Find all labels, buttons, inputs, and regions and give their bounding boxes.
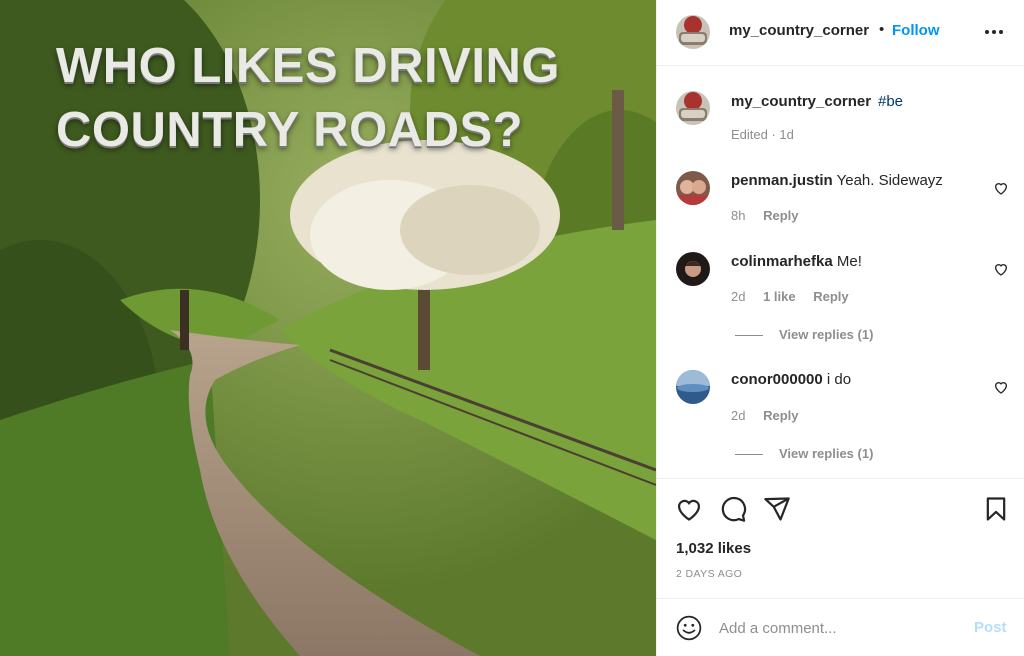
overlay-line-1: WHO LIKES DRIVING <box>56 39 560 93</box>
comment-time: 8h <box>731 208 746 223</box>
header-separator: • <box>879 21 885 38</box>
comment-time: 2d <box>731 289 746 304</box>
reply-button[interactable]: Reply <box>813 289 848 304</box>
comment-username[interactable]: conor000000 <box>731 371 823 388</box>
post-image[interactable]: WHO LIKES DRIVING COUNTRY ROADS? <box>0 0 656 656</box>
comment-text-line: penman.justin Yeah. Sidewayz <box>731 172 943 189</box>
comment-heart-icon[interactable] <box>993 261 1009 277</box>
comment-text: Yeah. Sidewayz <box>836 172 943 189</box>
add-comment-input[interactable] <box>719 615 959 641</box>
comment-text: Me! <box>836 253 862 270</box>
view-replies-button[interactable]: View replies (1) <box>735 446 873 461</box>
comment-meta: 2d 1 like Reply <box>731 289 863 304</box>
bookmark-icon[interactable] <box>982 495 1010 523</box>
comment-meta: 2d Reply <box>731 408 813 423</box>
add-comment-bar: Post <box>657 598 1024 656</box>
commenter-avatar[interactable] <box>676 252 710 286</box>
post-comment-button[interactable]: Post <box>974 619 1007 636</box>
emoji-icon[interactable] <box>676 615 702 641</box>
view-replies-label: View replies (1) <box>779 446 874 461</box>
reply-button[interactable]: Reply <box>763 408 798 423</box>
post-actions: 1,032 likes 2 DAYS AGO <box>657 478 1024 598</box>
post-header: my_country_corner • Follow <box>657 0 1024 66</box>
caption-edited-time: Edited · 1d <box>731 127 794 142</box>
follow-button[interactable]: Follow <box>892 22 940 39</box>
comment-meta: 8h Reply <box>731 208 813 223</box>
likes-count[interactable]: 1,032 likes <box>676 540 751 557</box>
comment-icon[interactable] <box>719 495 747 523</box>
comment-text-line: conor000000 i do <box>731 371 851 388</box>
author-username[interactable]: my_country_corner <box>729 22 869 39</box>
author-avatar[interactable] <box>676 15 710 49</box>
comment-time: 2d <box>731 408 746 423</box>
comment-like-count[interactable]: 1 like <box>763 289 796 304</box>
caption-username[interactable]: my_country_corner <box>731 93 871 110</box>
comment-heart-icon[interactable] <box>993 180 1009 196</box>
heart-icon[interactable] <box>675 495 703 523</box>
comment-text: i do <box>826 371 852 388</box>
caption-hashtag[interactable]: #be <box>878 93 903 110</box>
comment-heart-icon[interactable] <box>993 379 1009 395</box>
comment-username[interactable]: colinmarhefka <box>731 253 833 270</box>
post-overlay-text: WHO LIKES DRIVING COUNTRY ROADS? <box>56 34 616 162</box>
caption-avatar[interactable] <box>676 91 710 125</box>
replies-divider <box>735 335 763 337</box>
comment-username[interactable]: penman.justin <box>731 172 833 189</box>
view-replies-button[interactable]: View replies (1) <box>735 327 873 342</box>
view-replies-label: View replies (1) <box>779 327 874 342</box>
share-icon[interactable] <box>763 495 791 523</box>
overlay-line-2: COUNTRY ROADS? <box>56 103 524 157</box>
post-side-panel: my_country_corner • Follow my_country_co… <box>656 0 1024 656</box>
reply-button[interactable]: Reply <box>763 208 798 223</box>
replies-divider <box>735 454 763 456</box>
post-date: 2 DAYS AGO <box>676 568 743 580</box>
commenter-avatar[interactable] <box>676 370 710 404</box>
commenter-avatar[interactable] <box>676 171 710 205</box>
comment-text-line: colinmarhefka Me! <box>731 253 862 270</box>
more-horizontal-icon[interactable] <box>984 22 1004 42</box>
